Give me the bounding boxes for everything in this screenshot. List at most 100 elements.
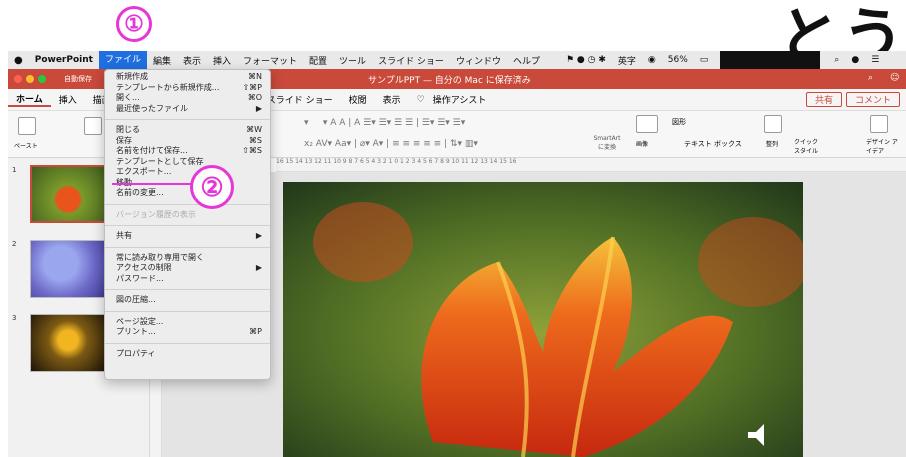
slide-thumbnail-1[interactable] [30,165,106,223]
slide-thumbnail-2[interactable] [30,240,106,298]
control-center-icon[interactable]: ☰ [865,55,885,65]
menu-edit[interactable]: 編集 [147,54,177,67]
menu-item-label: エクスポート... [116,167,172,176]
menu-separator [105,203,270,205]
menu-format[interactable]: フォーマット [237,54,303,67]
quick-style-label[interactable]: クイック スタイル [794,137,824,155]
current-slide-image[interactable] [283,182,803,457]
menu-item-label: 常に読み取り専用で開く [116,252,204,262]
battery-status[interactable]: 56% [662,55,694,65]
tab-slideshow[interactable]: スライド ショー [259,93,341,106]
app-menu[interactable]: PowerPoint [29,55,99,65]
image-label: 画像 [636,141,649,148]
siri-icon[interactable]: ● [845,55,865,65]
font-format-controls[interactable]: x₂ AV▾ Aa▾ | ⌀▾ A▾ | ≡ ≡ ≡ ≡ ≡ | ⇅▾ ▥▾ [304,139,478,149]
menu-item-rename[interactable]: 名前の変更... [105,188,270,199]
menu-shortcut: ⇧⌘P [242,82,262,92]
menu-shortcut: ⌘P [249,327,262,336]
new-slide-icon[interactable] [84,117,102,135]
menu-item-save[interactable]: 保存 ⌘S [105,136,270,147]
tab-view[interactable]: 表示 [375,93,409,106]
apple-menu-icon[interactable]: ● [8,55,29,66]
tab-insert[interactable]: 挿入 [51,93,85,106]
feedback-icon[interactable]: ☺ [890,73,899,83]
ime-indicator[interactable]: 英字 [612,54,642,67]
menu-separator [105,119,270,120]
menu-item-label: プリント... [116,327,156,336]
menu-item-new[interactable]: 新規作成 ⌘N [105,72,270,83]
autosave-label[interactable]: 自動保存 [64,74,92,84]
menu-item-open[interactable]: 開く... ⌘O [105,93,270,104]
menu-item-label: 開く... [116,93,140,102]
menu-separator [105,225,270,226]
share-button[interactable]: 共有 [805,92,842,107]
menu-item-properties[interactable]: プロパティ [105,349,270,360]
status-icons: ⚑ ● ◷ ✱ [565,55,606,65]
menu-item-read-only[interactable]: 常に読み取り専用で開く [105,253,270,264]
menu-item-password[interactable]: パスワード... [105,274,270,285]
submenu-arrow-icon: ▶ [255,263,262,272]
menu-slideshow[interactable]: スライド ショー [372,54,450,67]
submenu-arrow-icon: ▶ [255,103,262,113]
menu-item-export[interactable]: エクスポート... [105,167,270,178]
file-menu-dropdown: 新規作成 ⌘N テンプレートから新規作成... ⇧⌘P 開く... ⌘O 最近使ったフ… [104,69,271,380]
menu-item-label: 新規作成 [116,72,148,81]
tab-home[interactable]: ホーム [8,92,51,107]
paste-label: ペースト [14,143,38,150]
menu-item-save-as[interactable]: 名前を付けて保存... ⇧⌘S [105,146,270,157]
menu-item-label: 名前を付けて保存... [116,146,188,155]
menu-item-close[interactable]: 閉じる ⌘W [105,125,270,136]
menu-tools[interactable]: ツール [333,54,372,67]
textbox-button[interactable]: テキスト ボックス [684,139,742,149]
menu-item-label: 最近使ったファイル [116,103,188,113]
menu-item-compress-pictures[interactable]: 図の圧縮... [105,295,270,306]
menu-item-share[interactable]: 共有 ▶ [105,231,270,242]
menu-arrange[interactable]: 配置 [303,54,333,67]
title-search-icon[interactable]: ⌕ [868,73,873,83]
close-window-icon[interactable] [14,75,22,83]
shape-button[interactable]: 図形 [672,117,686,127]
menu-item-label: パスワード... [116,273,164,283]
menu-item-new-from-template[interactable]: テンプレートから新規作成... ⇧⌘P [105,83,270,94]
window-controls[interactable] [14,75,50,86]
image-icon[interactable] [636,115,658,133]
design-ideas-icon[interactable] [870,115,888,133]
tab-review[interactable]: 校閲 [341,93,375,106]
menu-item-label: プロパティ [116,348,156,358]
search-icon[interactable]: ⌕ [828,55,845,65]
menu-shortcut: ⌘S [248,135,262,145]
menu-insert[interactable]: 挿入 [207,54,237,67]
menu-item-save-as-template[interactable]: テンプレートとして保存 [105,157,270,168]
menu-item-label: アクセスの制限 [116,263,172,272]
font-controls[interactable]: ▾ ▾ A A | A​ ☰▾ ☰▾ ☰ ☰ | ☰▾ ☰▾ ☰▾ [304,118,465,128]
zoom-window-icon[interactable] [38,75,46,83]
submenu-arrow-icon: ▶ [255,231,262,240]
menu-view[interactable]: 表示 [177,54,207,67]
menu-window[interactable]: ウィンドウ [450,54,507,67]
menu-item-label: バージョン履歴の表示 [116,209,196,219]
menu-shortcut: ⌘W [246,125,262,134]
slide-number: 3 [12,314,17,322]
menu-help[interactable]: ヘルプ [507,54,546,67]
tell-me-icon: ♡ [416,94,425,105]
export-highlight-underline [112,183,192,185]
menu-item-print[interactable]: プリント... ⌘P [105,327,270,338]
menu-item-recent[interactable]: 最近使ったファイル ▶ [105,104,270,115]
tell-me-label[interactable]: 操作アシスト [433,93,487,106]
slide-thumbnail-3[interactable] [30,314,106,372]
comment-button[interactable]: コメント [845,92,900,107]
menu-item-restrict-access[interactable]: アクセスの制限 ▶ [105,263,270,274]
smartart-label[interactable]: SmartArt に変換 [590,135,624,151]
menu-shortcut: ⌘O [247,93,262,102]
arrange-icon[interactable] [764,115,782,133]
wifi-icon[interactable]: ◉ [642,55,662,65]
menu-file[interactable]: ファイル [98,51,147,69]
menu-shortcut: ⌘N [248,72,262,81]
paste-icon[interactable] [18,117,36,135]
annotation-step-1: ① [116,6,152,42]
menu-item-page-setup[interactable]: ページ設定... [105,317,270,328]
menubar-blackout [720,51,821,69]
mac-menubar: ● PowerPoint ファイル 編集 表示 挿入 フォーマット 配置 ツール… [8,51,906,69]
minimize-window-icon[interactable] [26,75,34,83]
design-ideas-label[interactable]: デザイン アイデア [866,137,900,155]
